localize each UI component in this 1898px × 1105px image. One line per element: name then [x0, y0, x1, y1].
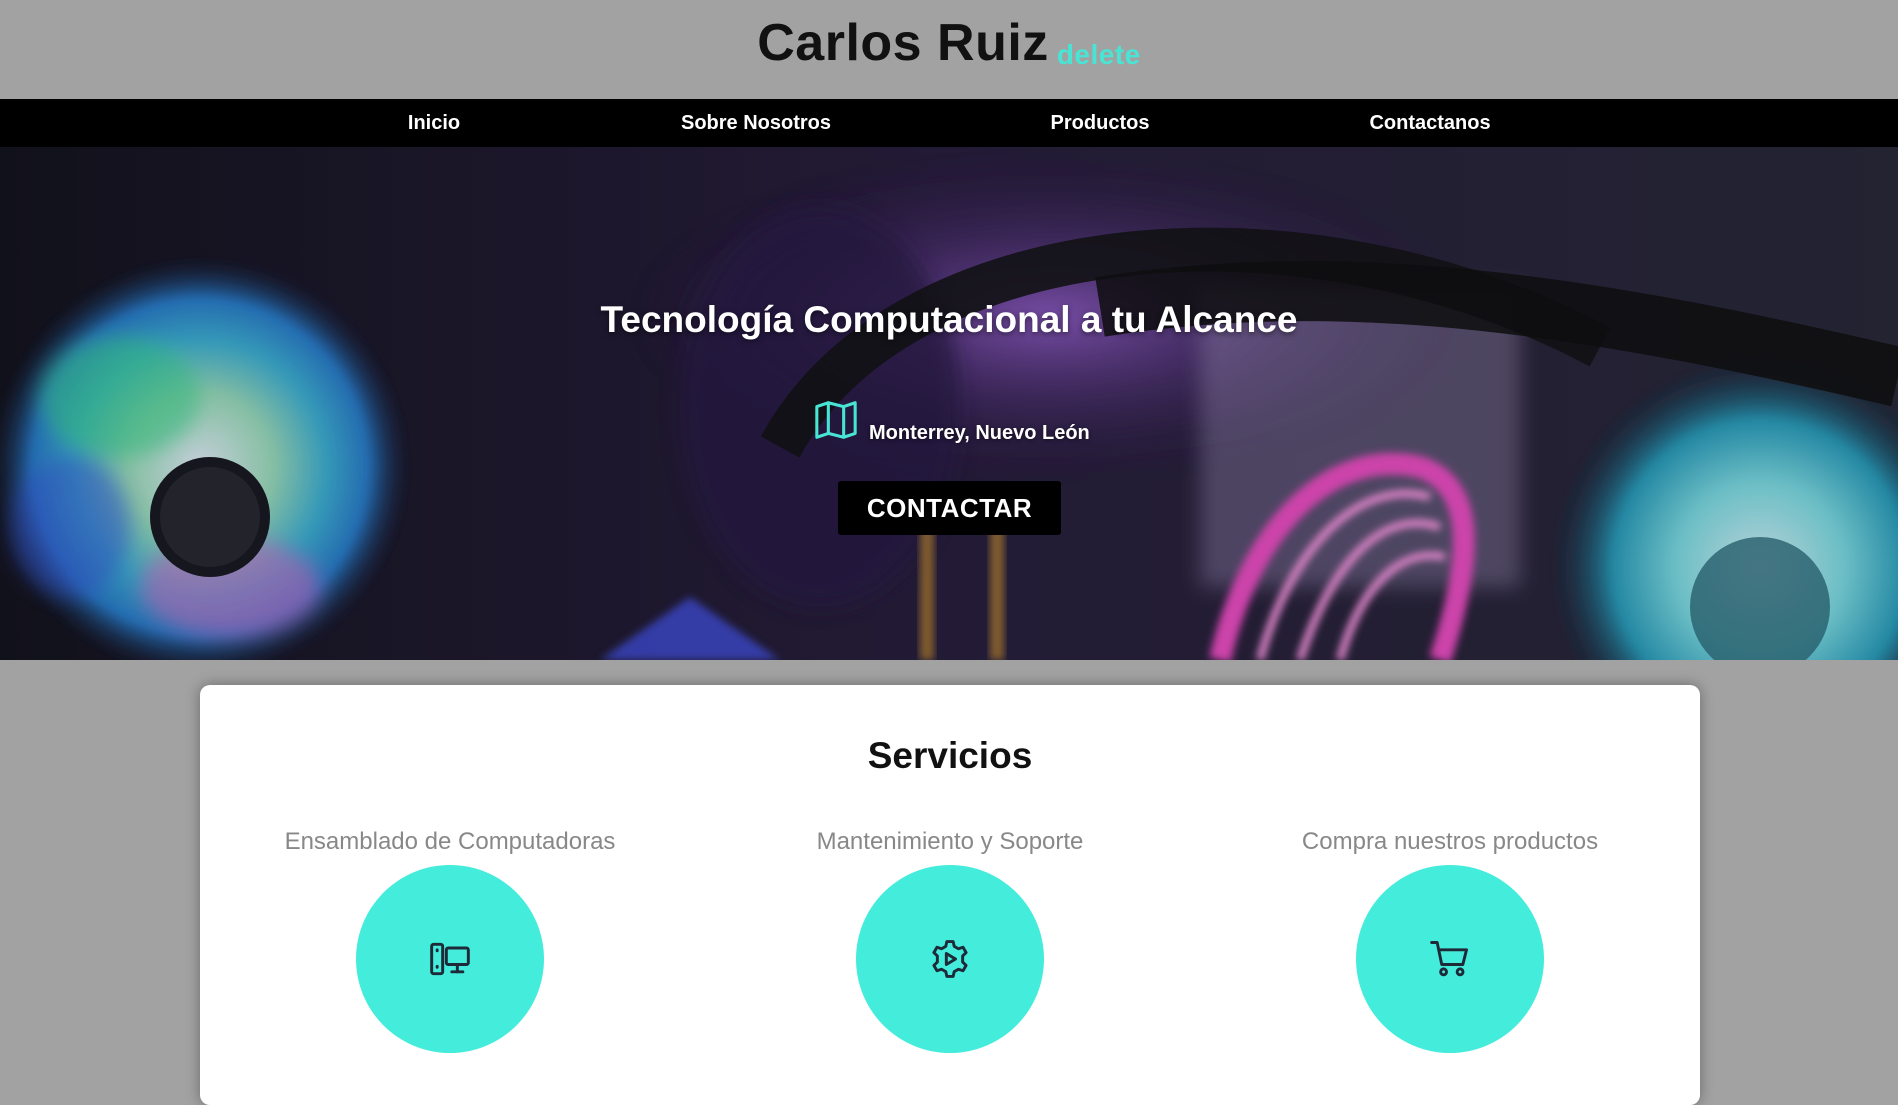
nav-item-contactanos[interactable]: Contactanos: [1369, 99, 1490, 147]
contact-button[interactable]: CONTACTAR: [838, 481, 1061, 535]
service-label: Compra nuestros productos: [1301, 828, 1599, 855]
service-label: Ensamblado de Computadoras: [284, 828, 616, 855]
shopping-cart-icon: [1430, 941, 1468, 977]
service-item-mantenimiento: Mantenimiento y Soporte: [700, 828, 1200, 1053]
nav-item-inicio[interactable]: Inicio: [408, 99, 460, 147]
site-title-accent: delete: [1056, 39, 1141, 70]
hero-title: Tecnología Computacional a tu Alcance: [600, 299, 1298, 340]
service-icon-circle: [1356, 865, 1544, 1053]
devices-icon: [430, 942, 470, 976]
services-card: Servicios Ensamblado de Computadoras Man…: [200, 685, 1700, 1105]
service-item-compra: Compra nuestros productos: [1200, 828, 1700, 1053]
service-icon-circle: [356, 865, 544, 1053]
main-nav: Inicio Sobre Nosotros Productos Contacta…: [0, 99, 1898, 147]
site-header: Carlos Ruiz delete: [0, 0, 1898, 99]
settings-play-icon: [932, 940, 968, 978]
map-icon: [815, 401, 857, 439]
location-text: Monterrey, Nuevo León: [869, 422, 1090, 444]
service-icon-circle: [856, 865, 1044, 1053]
service-label: Mantenimiento y Soporte: [816, 828, 1084, 855]
services-title: Servicios: [867, 735, 1033, 776]
hero-section: Tecnología Computacional a tu Alcance Mo…: [0, 147, 1898, 660]
nav-item-productos[interactable]: Productos: [1051, 99, 1150, 147]
nav-item-sobre-nosotros[interactable]: Sobre Nosotros: [681, 99, 831, 147]
site-title-name: Carlos Ruiz: [757, 14, 1049, 72]
service-item-ensamblado: Ensamblado de Computadoras: [200, 828, 700, 1053]
site-title: Carlos Ruiz delete: [0, 10, 1898, 88]
hero-background-image: [0, 147, 1898, 660]
